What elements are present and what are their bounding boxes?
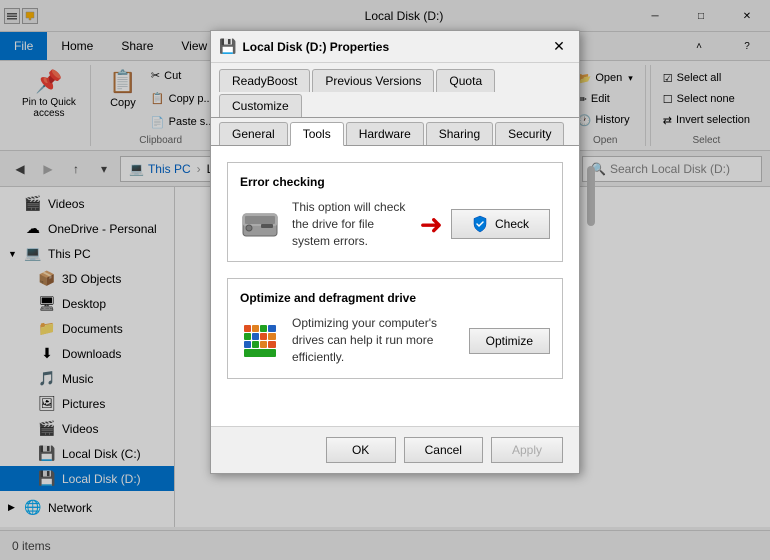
dialog-titlebar: 💾 Local Disk (D:) Properties ✕	[211, 31, 579, 63]
error-btn-area: ➜ Check	[420, 208, 550, 241]
tab-security[interactable]: Security	[495, 122, 564, 145]
dialog-content: Error checking Th	[211, 146, 579, 426]
defrag-icon	[240, 321, 280, 361]
optimize-button[interactable]: Optimize	[469, 328, 550, 354]
ok-button[interactable]: OK	[326, 437, 396, 463]
defrag-section: Optimize and defragment drive	[227, 278, 563, 378]
tab-tools[interactable]: Tools	[290, 122, 344, 146]
error-description: This option will check the drive for fil…	[292, 199, 408, 249]
dialog-footer: OK Cancel Apply	[211, 426, 579, 473]
defrag-section-row: Optimizing your computer's drives can he…	[240, 315, 550, 365]
dialog-tabs-row2: General Tools Hardware Sharing Security	[211, 118, 579, 146]
dialog-title-icon: 💾	[219, 38, 236, 55]
error-drive-icon	[240, 204, 280, 244]
dialog-tabs: ReadyBoost Previous Versions Quota Custo…	[211, 63, 579, 118]
tab-general[interactable]: General	[219, 122, 288, 145]
tab-hardware[interactable]: Hardware	[346, 122, 424, 145]
defrag-description: Optimizing your computer's drives can he…	[292, 315, 457, 365]
tab-sharing[interactable]: Sharing	[426, 122, 493, 145]
properties-dialog: 💾 Local Disk (D:) Properties ✕ ReadyBoos…	[210, 30, 580, 474]
tab-quota[interactable]: Quota	[436, 69, 495, 92]
check-btn-label: Check	[495, 217, 529, 231]
check-button[interactable]: Check	[451, 209, 550, 239]
optimize-btn-label: Optimize	[486, 334, 533, 348]
cancel-button[interactable]: Cancel	[404, 437, 483, 463]
arrow-right-icon: ➜	[420, 208, 443, 241]
dialog-title-text: Local Disk (D:) Properties	[242, 40, 541, 54]
error-section-title: Error checking	[240, 175, 550, 189]
error-section-row: This option will check the drive for fil…	[240, 199, 550, 249]
error-checking-section: Error checking Th	[227, 162, 563, 262]
defrag-section-title: Optimize and defragment drive	[240, 291, 550, 305]
modal-overlay: 💾 Local Disk (D:) Properties ✕ ReadyBoos…	[0, 0, 770, 560]
tab-customize[interactable]: Customize	[219, 94, 302, 117]
apply-button[interactable]: Apply	[491, 437, 563, 463]
tab-readyboost[interactable]: ReadyBoost	[219, 69, 310, 92]
dialog-close-button[interactable]: ✕	[547, 36, 571, 58]
tab-previous-versions[interactable]: Previous Versions	[312, 69, 434, 92]
